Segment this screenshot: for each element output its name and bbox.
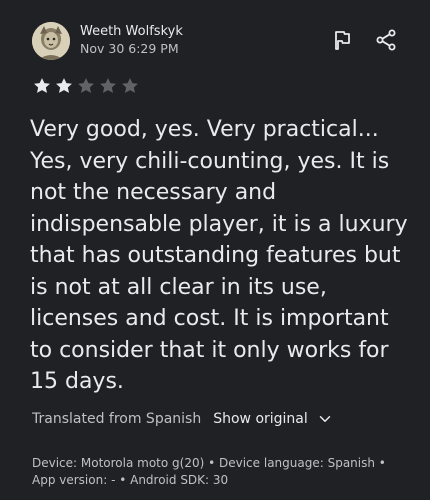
avatar — [32, 22, 70, 60]
reviewer-name: Weeth Wolfskyk — [80, 24, 183, 39]
device-info: Device: Motorola moto g(20) • Device lan… — [32, 455, 412, 489]
star-empty-icon — [122, 78, 138, 93]
share-icon[interactable] — [374, 28, 398, 52]
review-text: Very good, yes. Very practical... Yes, v… — [30, 117, 408, 394]
show-original-button[interactable]: Show original — [213, 410, 334, 428]
chevron-down-icon — [319, 416, 331, 422]
device-info-line-1: Device: Motorola moto g(20) • Device lan… — [32, 456, 386, 470]
review-date: Nov 30 6:29 PM — [80, 41, 179, 56]
star-filled-icon — [34, 78, 50, 93]
star-empty-icon — [78, 78, 94, 93]
review-card: Weeth Wolfskyk Nov 30 6:29 PM Very good,… — [0, 0, 430, 500]
translation-row: Translated from Spanish Show original — [32, 408, 334, 430]
review-header: Weeth Wolfskyk Nov 30 6:29 PM — [32, 22, 406, 66]
translated-label: Translated from Spanish — [32, 411, 202, 427]
star-filled-icon — [56, 78, 72, 93]
star-empty-icon — [100, 78, 116, 93]
device-info-line-2: App version: - • Android SDK: 30 — [32, 473, 229, 487]
flag-icon[interactable] — [330, 28, 354, 52]
star-rating — [32, 76, 142, 96]
show-original-label: Show original — [213, 411, 308, 427]
